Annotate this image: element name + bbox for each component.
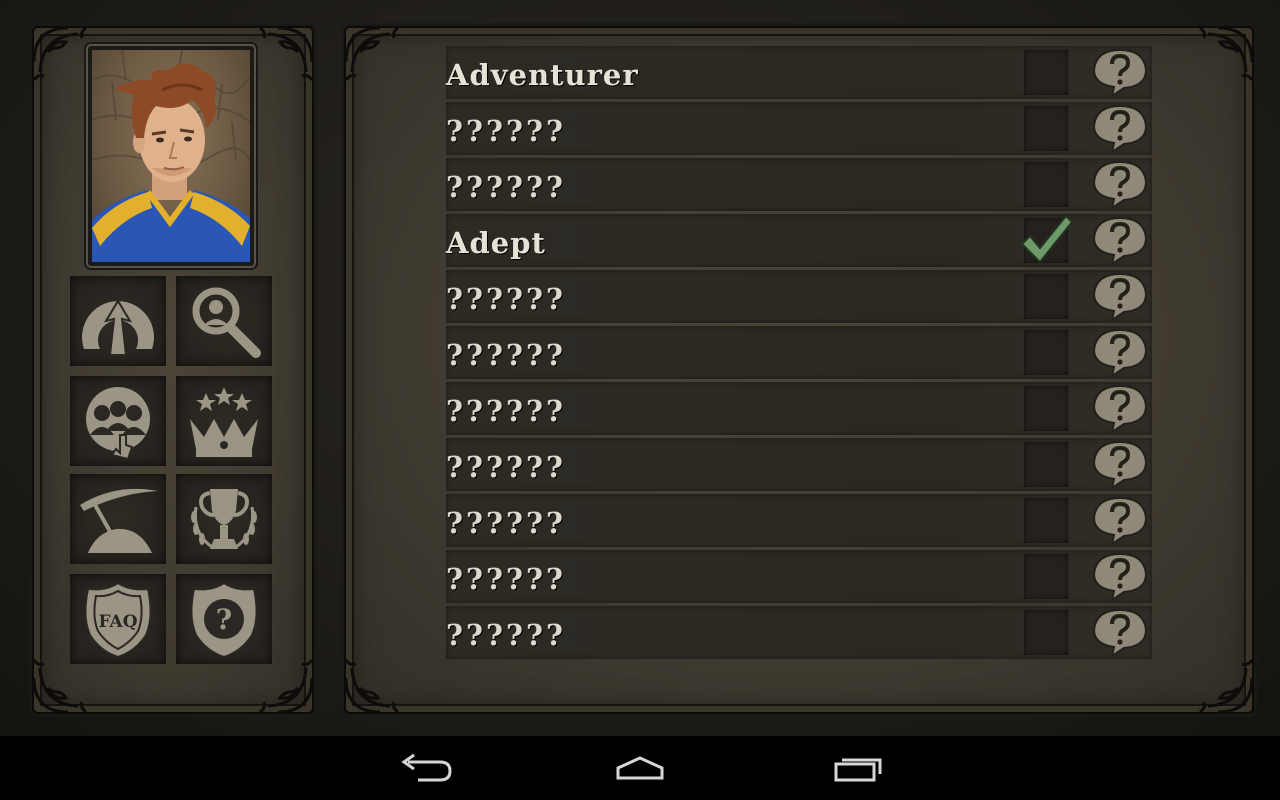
hint-button[interactable] xyxy=(1088,494,1152,547)
party-select-button[interactable] xyxy=(70,376,166,466)
trophy-icon xyxy=(191,489,257,549)
completion-slot xyxy=(1024,330,1068,375)
speech-bubble-question-icon xyxy=(1092,384,1148,435)
completion-slot xyxy=(1024,386,1068,431)
home-button[interactable] xyxy=(600,746,680,790)
achievements-button[interactable] xyxy=(176,474,272,564)
rank-name: Adventurer xyxy=(446,58,639,92)
rank-name: ?????? xyxy=(446,562,566,596)
speech-bubble-question-icon xyxy=(1092,104,1148,155)
faq-label: FAQ xyxy=(98,612,137,632)
rank-list: Adventurer???????????? Adept?????????????… xyxy=(446,46,1152,662)
completion-slot xyxy=(1024,610,1068,655)
rank-row: ?????? xyxy=(446,326,1152,379)
ornament-corner xyxy=(32,26,87,81)
hero-avatar xyxy=(92,50,250,262)
hint-button[interactable] xyxy=(1088,46,1152,99)
search-character-button[interactable] xyxy=(176,276,272,366)
portrait-frame[interactable] xyxy=(88,46,254,266)
game-screen: FAQ ? Adventurer???????????? Adept???????… xyxy=(0,0,1280,736)
checkmark-icon xyxy=(1020,214,1074,264)
rank-row: ?????? xyxy=(446,158,1152,211)
rank-row: ?????? xyxy=(446,550,1152,603)
hint-button[interactable] xyxy=(1088,438,1152,491)
rank-name: ?????? xyxy=(446,618,566,652)
crown-stars-icon xyxy=(190,387,258,457)
hint-button[interactable] xyxy=(1088,214,1152,267)
rank-row: ?????? xyxy=(446,102,1152,155)
rank-name: ?????? xyxy=(446,282,566,316)
rank-name: ?????? xyxy=(446,170,566,204)
rank-name: ?????? xyxy=(446,338,566,372)
speech-bubble-question-icon xyxy=(1092,160,1148,211)
rank-row: Adept xyxy=(446,214,1152,267)
rank-row: ?????? xyxy=(446,270,1152,323)
speech-bubble-question-icon xyxy=(1092,440,1148,491)
ornament-corner xyxy=(344,659,399,714)
hero-portrait xyxy=(92,50,250,262)
ranks-button[interactable] xyxy=(176,376,272,466)
path-arrow-icon xyxy=(82,299,154,356)
hint-button[interactable] xyxy=(1088,326,1152,379)
hint-button[interactable] xyxy=(1088,550,1152,603)
speech-bubble-question-icon xyxy=(1092,496,1148,547)
completion-slot xyxy=(1024,106,1068,151)
help-button[interactable]: ? xyxy=(176,574,272,664)
completion-slot xyxy=(1024,162,1068,207)
speech-bubble-question-icon xyxy=(1092,608,1148,659)
shield-question-icon: ? xyxy=(190,581,258,659)
group-select-icon xyxy=(86,387,150,461)
faq-button[interactable]: FAQ xyxy=(70,574,166,664)
rank-name: ?????? xyxy=(446,450,566,484)
speech-bubble-question-icon xyxy=(1092,48,1148,99)
system-navigation-bar xyxy=(0,736,1280,800)
rank-name: ?????? xyxy=(446,394,566,428)
speech-bubble-question-icon xyxy=(1092,272,1148,323)
rank-name: ?????? xyxy=(446,506,566,540)
hint-button[interactable] xyxy=(1088,270,1152,323)
back-button[interactable] xyxy=(384,746,464,790)
back-arrow-icon xyxy=(401,753,452,782)
hint-button[interactable] xyxy=(1088,382,1152,435)
rank-row: ?????? xyxy=(446,438,1152,491)
ornament-corner xyxy=(1199,659,1254,714)
rank-row: Adventurer xyxy=(446,46,1152,99)
hint-button[interactable] xyxy=(1088,158,1152,211)
rank-name: Adept xyxy=(446,226,546,260)
rank-name: ?????? xyxy=(446,114,566,148)
ornament-corner xyxy=(344,26,399,81)
recents-icon xyxy=(834,758,882,782)
magnifier-person-icon xyxy=(192,287,261,358)
home-icon xyxy=(616,756,664,780)
speech-bubble-question-icon xyxy=(1092,552,1148,603)
rank-row: ?????? xyxy=(446,494,1152,547)
hint-button[interactable] xyxy=(1088,102,1152,155)
recent-apps-button[interactable] xyxy=(818,746,898,790)
shield-faq-icon: FAQ xyxy=(84,581,152,659)
completion-slot xyxy=(1024,50,1068,95)
help-symbol: ? xyxy=(216,603,232,636)
completion-slot xyxy=(1024,442,1068,487)
pickaxe-pile-icon xyxy=(80,488,158,553)
completion-slot xyxy=(1024,554,1068,599)
rank-row: ?????? xyxy=(446,382,1152,435)
completion-slot xyxy=(1024,274,1068,319)
rank-row: ?????? xyxy=(446,606,1152,659)
journey-button[interactable] xyxy=(70,276,166,366)
hint-button[interactable] xyxy=(1088,606,1152,659)
ornament-corner xyxy=(1199,26,1254,81)
completion-slot xyxy=(1024,498,1068,543)
speech-bubble-question-icon xyxy=(1092,328,1148,379)
gather-resources-button[interactable] xyxy=(70,474,166,564)
ornament-corner xyxy=(259,26,314,81)
speech-bubble-question-icon xyxy=(1092,216,1148,267)
